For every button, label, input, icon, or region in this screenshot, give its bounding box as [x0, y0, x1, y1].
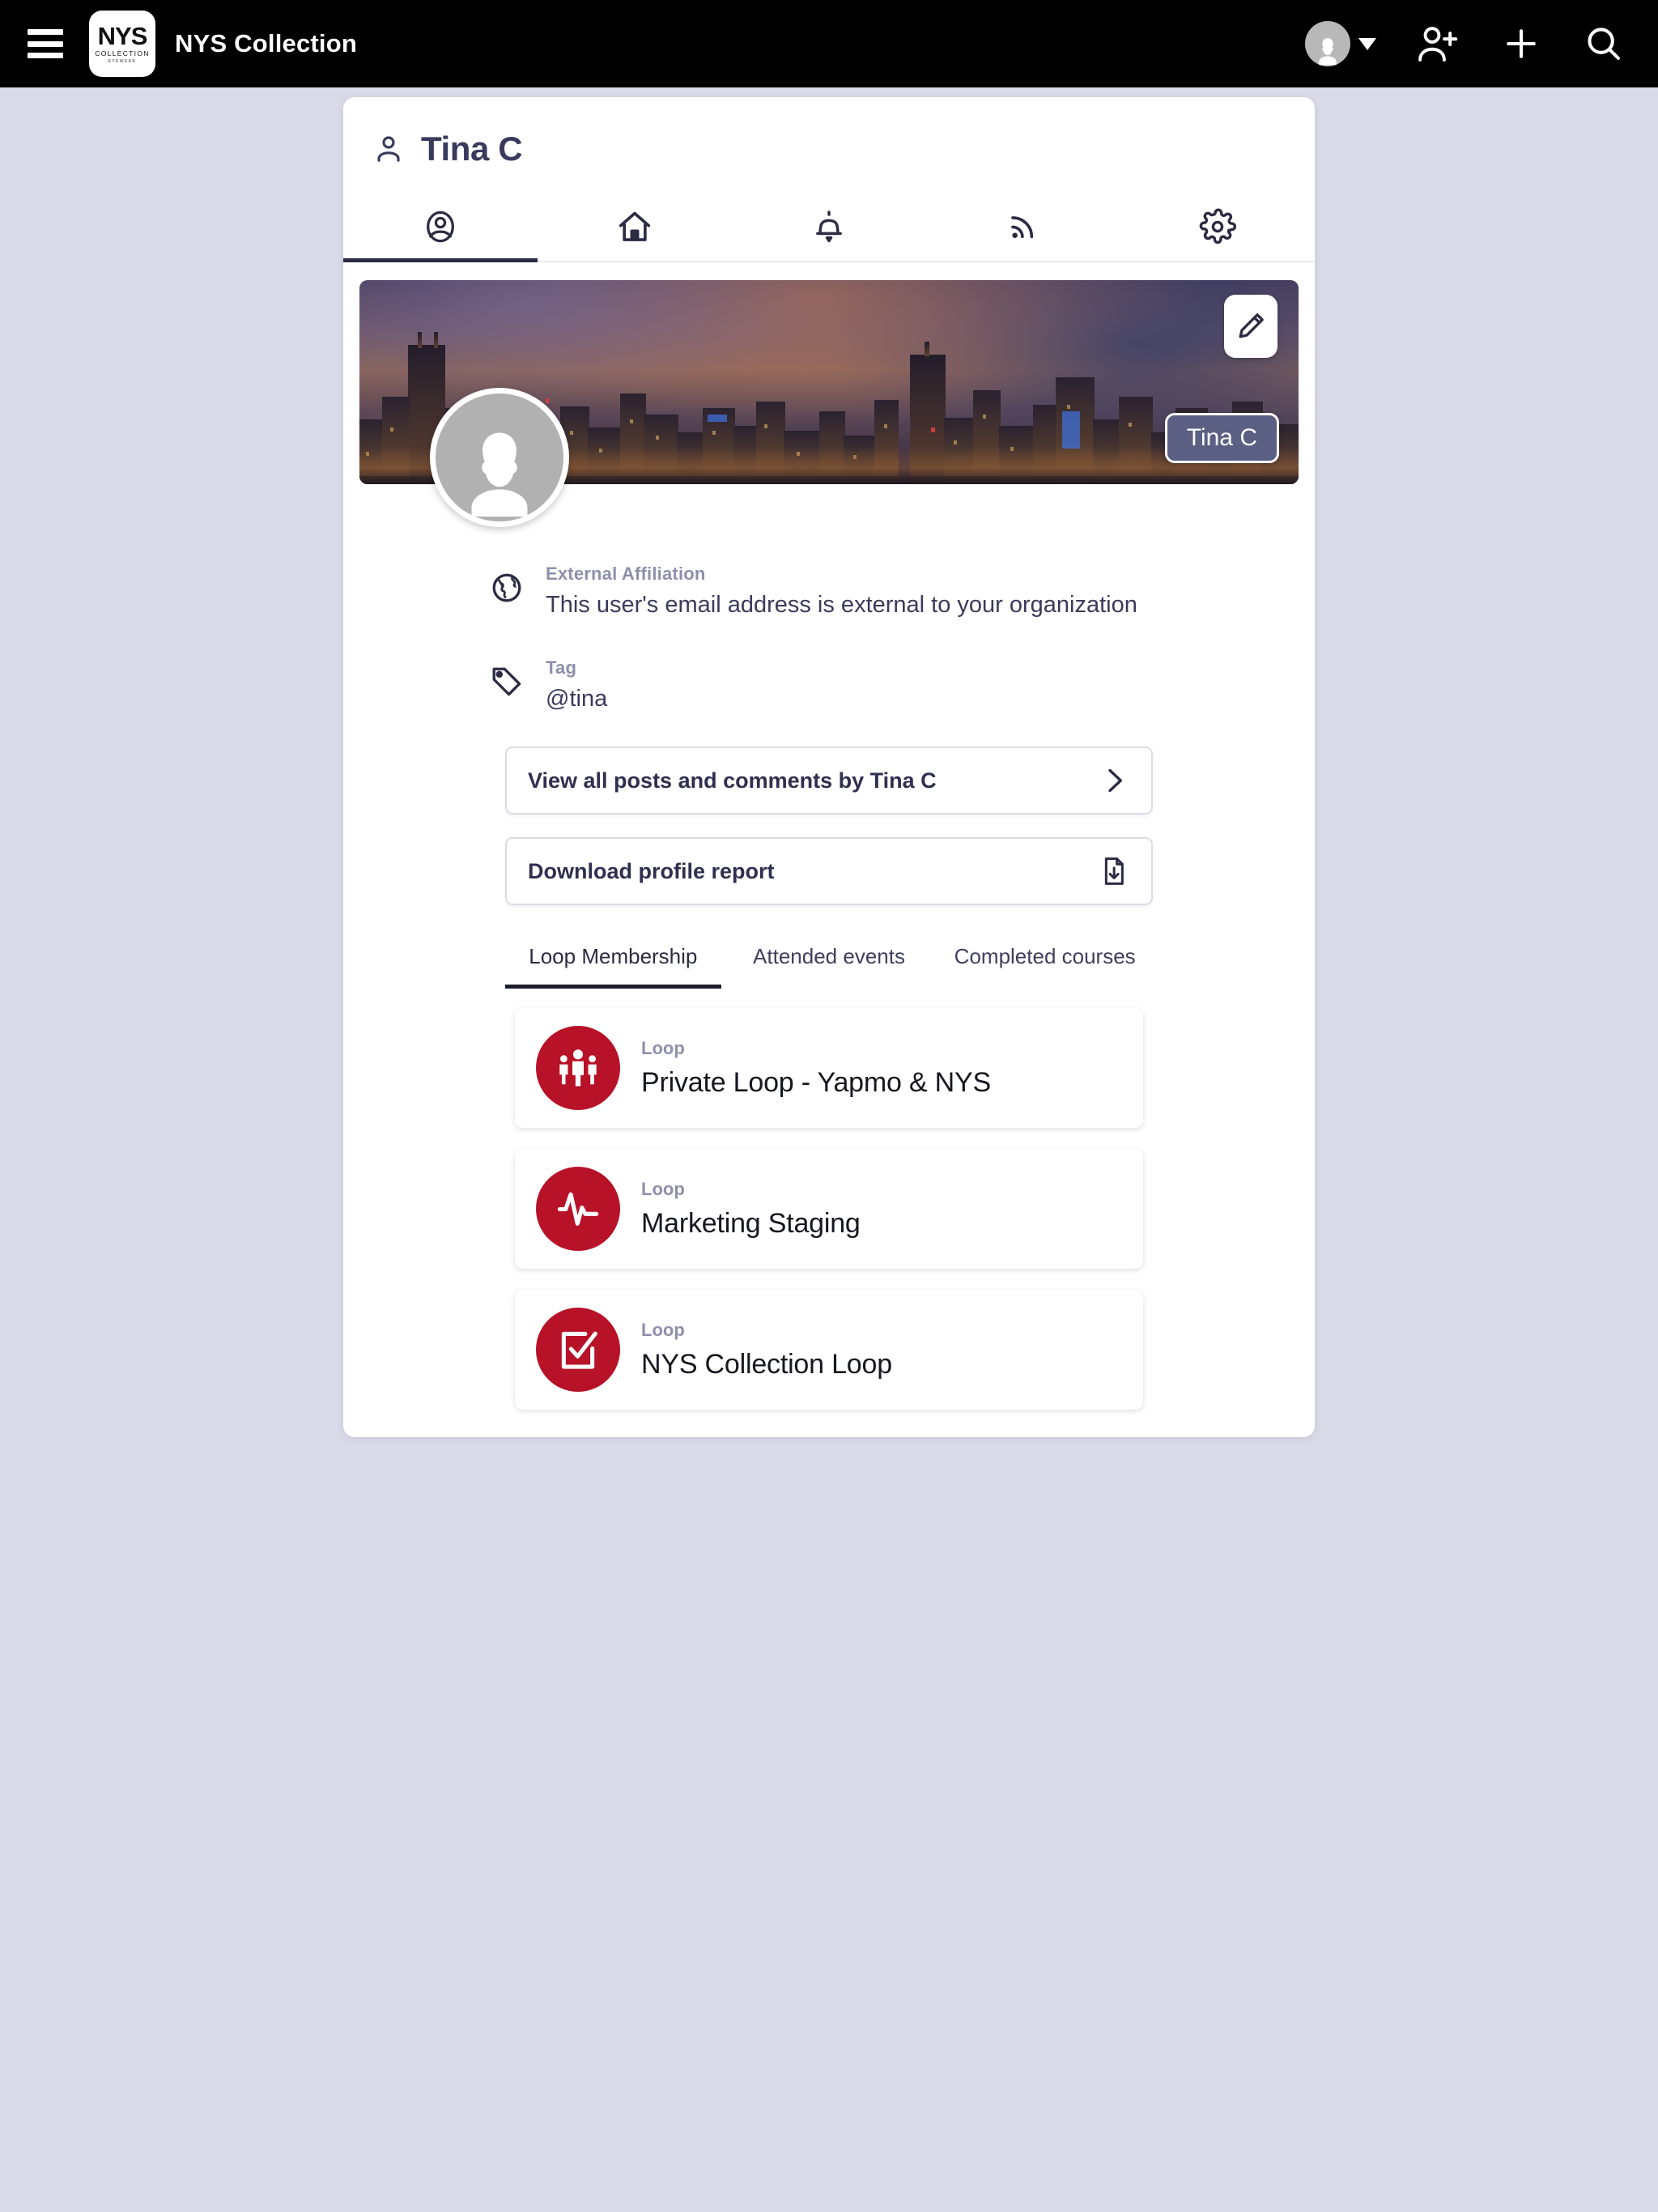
tab-settings[interactable]	[1120, 193, 1315, 261]
loop-avatar	[536, 1026, 620, 1111]
view-all-posts-button[interactable]: View all posts and comments by Tina C	[505, 747, 1153, 815]
edit-cover-button[interactable]	[1224, 295, 1278, 358]
download-profile-report-label: Download profile report	[528, 858, 775, 883]
user-avatar-icon	[1305, 21, 1350, 66]
list-item[interactable]: Loop Marketing Staging	[515, 1149, 1143, 1270]
search-icon	[1588, 28, 1621, 61]
tab-profile[interactable]	[343, 193, 538, 262]
hamburger-menu-icon[interactable]	[28, 29, 63, 58]
checklist-icon	[561, 1331, 597, 1369]
loop-name: Private Loop - Yapmo & NYS	[641, 1066, 991, 1098]
download-profile-report-button[interactable]: Download profile report	[505, 837, 1153, 905]
female-avatar-icon	[471, 432, 528, 517]
create-button[interactable]	[1499, 22, 1543, 66]
subtab-loop-membership[interactable]: Loop Membership	[505, 934, 721, 989]
search-button[interactable]	[1582, 22, 1626, 66]
logo-line-3: EYEWEAR	[108, 58, 137, 64]
tab-home[interactable]	[538, 193, 732, 261]
app-title: NYS Collection	[175, 29, 357, 57]
logo-line-1: NYS	[97, 22, 148, 51]
profile-card: Tina C Tina C External Affiliation This …	[343, 97, 1315, 1437]
profile-actions: View all posts and comments by Tina C Do…	[343, 747, 1315, 905]
cover-name-badge: Tina C	[1164, 413, 1279, 463]
brand-logo: NYS COLLECTION EYEWEAR	[89, 11, 155, 77]
user-circle-icon	[427, 211, 454, 243]
loop-avatar	[536, 1167, 620, 1252]
caret-down-icon	[1358, 37, 1376, 50]
profile-subtabs: Loop Membership Attended events Complete…	[505, 934, 1153, 989]
info-label: External Affiliation	[546, 564, 706, 584]
view-all-posts-label: View all posts and comments by Tina C	[528, 768, 937, 793]
people-group-icon	[559, 1049, 597, 1087]
home-icon	[619, 211, 651, 241]
profile-tabs	[343, 193, 1315, 262]
tab-feed[interactable]	[926, 193, 1120, 261]
info-row-tag: Tag @tina	[343, 657, 1315, 713]
tab-notifications[interactable]	[732, 193, 926, 261]
rss-feed-icon	[1011, 216, 1034, 239]
bell-icon	[816, 211, 842, 243]
app-bar-actions	[1305, 21, 1626, 66]
pencil-edit-icon	[1239, 313, 1264, 338]
tag-icon	[489, 657, 525, 713]
subtab-attended-events[interactable]: Attended events	[721, 934, 937, 989]
list-item[interactable]: Loop NYS Collection Loop	[515, 1290, 1143, 1410]
loop-name: Marketing Staging	[641, 1207, 861, 1239]
list-item[interactable]: Loop Private Loop - Yapmo & NYS	[515, 1008, 1143, 1129]
activity-pulse-icon	[557, 1192, 599, 1226]
add-user-button[interactable]	[1415, 21, 1460, 66]
page-title-text: Tina C	[421, 130, 523, 168]
loop-kicker: Loop	[641, 1178, 685, 1199]
logo-line-2: COLLECTION	[95, 49, 150, 58]
subtab-completed-courses[interactable]: Completed courses	[937, 934, 1153, 989]
info-value: This user's email address is external to…	[546, 592, 1137, 618]
info-row-external-affiliation: External Affiliation This user's email a…	[343, 564, 1315, 619]
loop-avatar	[536, 1308, 620, 1393]
gear-icon	[1199, 208, 1236, 245]
add-user-icon	[1418, 27, 1458, 62]
avatar[interactable]	[430, 388, 569, 527]
plus-icon	[1507, 29, 1536, 58]
info-value: @tina	[546, 686, 608, 712]
account-menu-button[interactable]	[1305, 21, 1376, 66]
loop-membership-list: Loop Private Loop - Yapmo & NYS Loop Mar…	[343, 989, 1315, 1437]
chevron-right-icon	[1108, 768, 1122, 793]
loop-kicker: Loop	[641, 1319, 685, 1340]
globe-icon	[489, 564, 525, 619]
app-bar: NYS COLLECTION EYEWEAR NYS Collection	[0, 0, 1658, 87]
cover-photo-wrap: Tina C	[343, 262, 1315, 527]
loop-name: NYS Collection Loop	[641, 1348, 892, 1380]
file-download-icon	[1104, 857, 1124, 885]
person-icon	[377, 136, 400, 162]
page-title: Tina C	[343, 97, 1315, 168]
loop-kicker: Loop	[641, 1037, 685, 1058]
info-label: Tag	[546, 657, 577, 678]
